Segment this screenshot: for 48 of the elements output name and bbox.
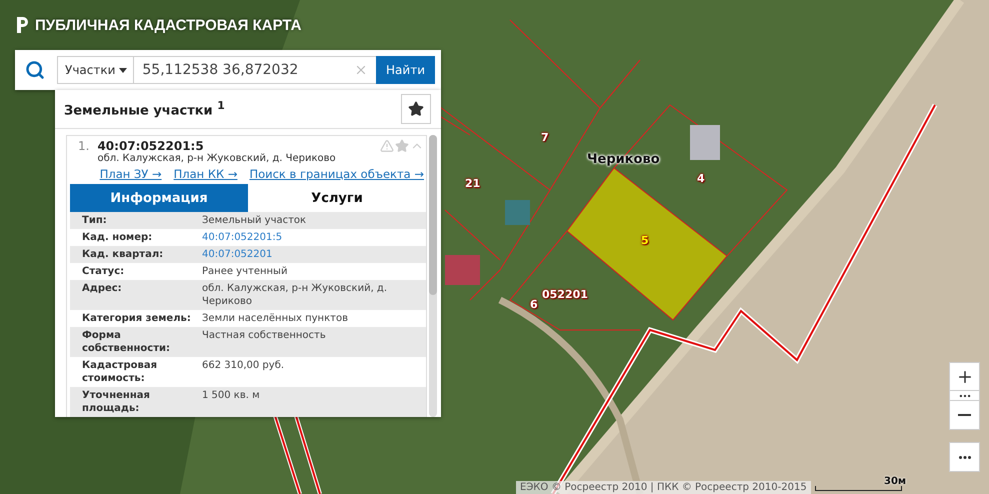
plan-link[interactable]: План КК → xyxy=(174,167,238,181)
attribute-value: 662 310,00 руб. xyxy=(202,359,286,373)
attribute-value: Земельный участок xyxy=(202,214,308,227)
attribute-label: Статус: xyxy=(82,265,126,278)
logo-icon xyxy=(15,15,29,35)
info-tab[interactable]: Информация xyxy=(70,184,248,212)
attribute-label: Кадастровая стоимость: xyxy=(82,359,158,385)
map-label: 052201 xyxy=(542,288,588,301)
caret-icon xyxy=(119,68,128,72)
category-dropdown[interactable]: Участки xyxy=(57,56,134,84)
attribute-label: Категория земель: xyxy=(82,312,192,325)
attribute-label: Уточненная площадь: xyxy=(82,389,151,415)
scrollbar[interactable] xyxy=(429,135,437,417)
attribute-label: Кад. квартал: xyxy=(82,248,164,261)
scale-label: 30м xyxy=(884,476,906,487)
attribute-value: Земли населённых пунктов xyxy=(202,312,349,325)
attribute-label: Форма собственности: xyxy=(82,329,172,355)
map-label: 5 xyxy=(641,234,649,247)
attribute-value: 1 500 кв. м xyxy=(202,389,261,403)
attribute-label: Кад. номер: xyxy=(82,231,154,244)
star-icon xyxy=(408,101,424,117)
attribute-value: обл. Калужская, р-н Жуковский, д. Чериково xyxy=(202,282,388,308)
map-label: 6 xyxy=(530,298,538,311)
attribute-value: Частная собственность xyxy=(202,329,327,343)
attribute-label: Адрес: xyxy=(82,282,123,296)
search-field[interactable]: 55,112538 36,872032 xyxy=(134,56,376,84)
attribute-value: Ранее учтенный xyxy=(202,265,288,278)
star-icon[interactable] xyxy=(395,139,409,153)
attribute-label: Тип: xyxy=(82,214,108,227)
attribute-link[interactable]: 40:07:052201:5 xyxy=(202,231,426,244)
map-attribution: ЕЭКО © Росреестр 2010 | ПКК © Росреестр 2010-2015 xyxy=(516,481,811,494)
results-title: Земельные участки $^{1}$ xyxy=(64,99,225,119)
map-label: 7 xyxy=(541,131,549,144)
search-icon[interactable] xyxy=(25,60,45,80)
favorite-button[interactable] xyxy=(401,94,431,124)
plan-link[interactable]: План ЗУ → xyxy=(100,167,162,181)
map-label: 4 xyxy=(697,172,705,185)
map-label: 21 xyxy=(465,177,480,190)
minus-icon xyxy=(958,414,971,416)
plan-link[interactable]: Поиск в границах объекта → xyxy=(249,167,424,181)
app-title: ПУБЛИЧНАЯ КАДАСТРОВАЯ КАРТА xyxy=(35,16,302,34)
item-number: 1. xyxy=(78,139,90,155)
search-input[interactable]: 55,112538 36,872032 xyxy=(134,62,346,78)
attribute-link[interactable]: 40:07:052201 xyxy=(202,248,426,261)
find-button[interactable]: Найти xyxy=(376,56,435,84)
dots-icon xyxy=(958,456,970,458)
parcel-address: обл. Калужская, р-н Жуковский, д. Чериково xyxy=(97,153,337,164)
cadastral-number: 40:07:052201:5 xyxy=(97,139,205,153)
